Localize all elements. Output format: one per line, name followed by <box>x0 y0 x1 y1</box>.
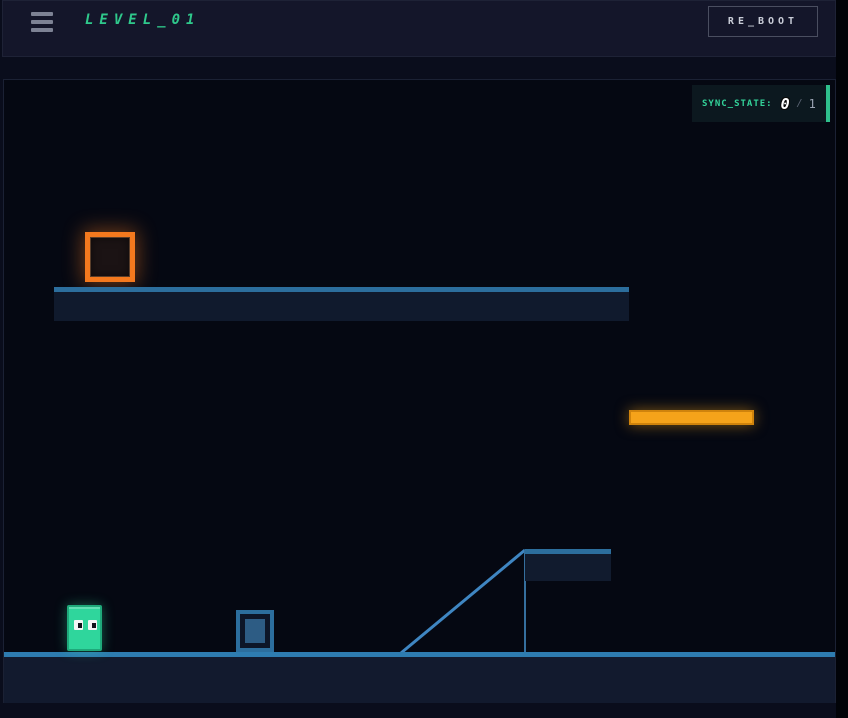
game-viewport[interactable]: SYNC_STATE: 0 / 1 <box>3 79 836 703</box>
top-bar: LEVEL_01 RE_BOOT <box>2 0 836 57</box>
reboot-button[interactable]: RE_BOOT <box>708 6 818 37</box>
upper-platform <box>54 287 629 321</box>
player-left-pupil <box>77 622 82 628</box>
level-title: LEVEL_01 <box>85 12 201 28</box>
sync-current-value: 0 <box>780 94 790 113</box>
player-right-eye <box>88 620 97 630</box>
player-left-eye <box>74 620 83 630</box>
player-right-pupil <box>91 622 96 628</box>
orange-bar-platform <box>629 410 754 425</box>
sync-separator: / <box>796 98 803 109</box>
hamburger-bar <box>31 20 53 24</box>
goal-outline-square <box>85 232 135 282</box>
ramp-slope-line <box>400 548 526 655</box>
ground <box>4 652 835 703</box>
sync-state-label: SYNC_STATE: <box>702 98 773 109</box>
ramp <box>400 548 526 655</box>
ledge-platform <box>525 549 611 581</box>
hamburger-bar <box>31 28 53 32</box>
crate-box <box>236 610 274 652</box>
hamburger-icon[interactable] <box>31 12 55 32</box>
crate-inner-square <box>245 619 265 643</box>
player-character <box>67 605 102 651</box>
sync-total-value: 1 <box>808 96 816 111</box>
page: LEVEL_01 RE_BOOT SYNC_STATE: 0 / 1 <box>0 0 836 718</box>
hamburger-bar <box>31 12 53 16</box>
sync-state-panel: SYNC_STATE: 0 / 1 <box>692 85 830 122</box>
